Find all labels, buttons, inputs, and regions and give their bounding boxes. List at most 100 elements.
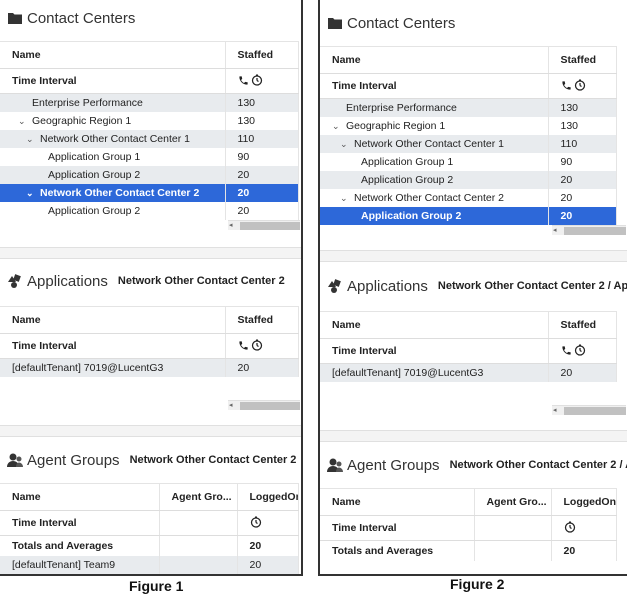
column-header-logged-on[interactable]: LoggedOn [551, 488, 617, 516]
contact-centers-table: Name Staffed Time Interval Enterprise Pe… [320, 46, 617, 225]
panel-divider [0, 247, 301, 259]
column-header-agent-group[interactable]: Agent Gro... [474, 488, 552, 516]
time-interval-icons [548, 73, 617, 99]
contact-centers-panel: Contact Centers Name Staffed Time Interv… [0, 2, 301, 230]
totals-row: Totals and Averages 20 [320, 540, 617, 561]
scroll-left-icon[interactable]: ◂ [229, 401, 233, 409]
column-header-name[interactable]: Name [320, 46, 549, 74]
column-header-staffed[interactable]: Staffed [225, 306, 299, 334]
scroll-left-icon[interactable]: ◂ [553, 226, 557, 234]
scroll-left-icon[interactable]: ◂ [229, 221, 233, 229]
agent-groups-table: Name Agent Gro... LoggedOn Time Interval… [320, 488, 617, 561]
table-row[interactable]: ⌄ Network Other Contact Center 1 110 [0, 129, 299, 148]
timer-icon [564, 521, 576, 536]
time-interval-label: Time Interval [320, 515, 475, 541]
column-header-name[interactable]: Name [320, 488, 475, 516]
chevron-down-icon[interactable]: ⌄ [18, 116, 28, 127]
figure-2-caption: Figure 2 [450, 576, 505, 592]
agent-group-icon [7, 452, 23, 468]
horizontal-scrollbar[interactable]: ◂ [228, 400, 300, 410]
agent-groups-header: Agent Groups Network Other Contact Cente… [0, 444, 301, 476]
figure-2: Contact Centers Name Staffed Time Interv… [318, 0, 627, 576]
table-row[interactable]: Application Group 1 90 [0, 147, 299, 166]
applications-panel: Applications Network Other Contact Cente… [320, 270, 627, 415]
table-row[interactable]: Application Group 2 20 [0, 201, 299, 220]
timer-icon [574, 344, 586, 359]
time-interval-icons [237, 510, 299, 536]
horizontal-scrollbar[interactable]: ◂ [552, 225, 626, 235]
column-header-staffed[interactable]: Staffed [548, 46, 617, 74]
applications-header: Applications Network Other Contact Cente… [320, 270, 627, 302]
panel-subtitle: Network Other Contact Center 2 / Applica [449, 459, 627, 471]
table-row[interactable]: ⌄ Geographic Region 1 130 [0, 111, 299, 130]
applications-icon [327, 278, 343, 294]
agent-groups-header: Agent Groups Network Other Contact Cente… [320, 449, 627, 481]
time-interval-icons [225, 333, 299, 359]
horizontal-scrollbar[interactable]: ◂ [228, 220, 300, 230]
panel-title: Contact Centers [27, 9, 136, 27]
timer-icon [251, 339, 263, 354]
column-header-staffed[interactable]: Staffed [225, 41, 299, 69]
column-header-staffed[interactable]: Staffed [548, 311, 617, 339]
contact-centers-header: Contact Centers [320, 7, 627, 39]
phone-icon [238, 340, 249, 354]
chevron-down-icon[interactable]: ⌄ [340, 139, 350, 150]
time-interval-label: Time Interval [0, 510, 160, 536]
horizontal-scrollbar[interactable]: ◂ [552, 405, 626, 415]
table-row[interactable]: [defaultTenant] Team9 20 [0, 555, 299, 574]
applications-icon [7, 273, 23, 289]
column-header-name[interactable]: Name [320, 311, 549, 339]
time-interval-label: Time Interval [320, 73, 549, 99]
folder-icon [7, 10, 23, 26]
panel-subtitle: Network Other Contact Center 2 / Applica… [437, 280, 627, 292]
time-interval-label: Time Interval [0, 68, 226, 94]
applications-panel: Applications Network Other Contact Cente… [0, 265, 301, 410]
column-header-logged-on[interactable]: LoggedOn [237, 483, 299, 511]
panel-title: Applications [27, 272, 108, 290]
table-row[interactable]: ⌄ Geographic Region 1 130 [320, 116, 617, 135]
chevron-down-icon[interactable]: ⌄ [332, 121, 342, 132]
applications-header: Applications Network Other Contact Cente… [0, 265, 301, 297]
table-row[interactable]: ⌄ Network Other Contact Center 2 20 [320, 188, 617, 207]
agent-groups-panel: Agent Groups Network Other Contact Cente… [320, 449, 627, 561]
panel-subtitle: Network Other Contact Center 2 [129, 454, 297, 466]
table-row[interactable]: Enterprise Performance 130 [0, 93, 299, 112]
timer-icon [250, 516, 262, 531]
phone-icon [561, 80, 572, 94]
time-interval-icons [551, 515, 617, 541]
table-row[interactable]: Application Group 1 90 [320, 152, 617, 171]
table-row-selected[interactable]: ⌄ Network Other Contact Center 2 20 [0, 183, 299, 202]
time-interval-icons [225, 68, 299, 94]
contact-centers-header: Contact Centers [0, 2, 301, 34]
scrollbar-thumb[interactable] [564, 227, 626, 235]
time-interval-label: Time Interval [320, 338, 549, 364]
scrollbar-thumb[interactable] [240, 402, 300, 410]
column-header-name[interactable]: Name [0, 41, 226, 69]
table-row[interactable]: ⌄ Network Other Contact Center 1 110 [320, 134, 617, 153]
panel-divider [320, 250, 627, 262]
table-row[interactable]: Application Group 2 20 [320, 170, 617, 189]
panel-subtitle: Network Other Contact Center 2 [117, 275, 285, 287]
scrollbar-thumb[interactable] [240, 222, 300, 230]
column-header-name[interactable]: Name [0, 306, 226, 334]
table-row-selected[interactable]: Application Group 2 20 [320, 206, 617, 225]
table-row[interactable]: [defaultTenant] 7019@LucentG3 20 [320, 363, 617, 382]
table-row[interactable]: Enterprise Performance 130 [320, 98, 617, 117]
chevron-down-icon[interactable]: ⌄ [26, 134, 36, 145]
applications-table: Name Staffed Time Interval [defaultTenan… [320, 311, 617, 382]
scrollbar-thumb[interactable] [564, 407, 626, 415]
column-header-name[interactable]: Name [0, 483, 160, 511]
column-header-agent-group[interactable]: Agent Gro... [159, 483, 238, 511]
chevron-down-icon[interactable]: ⌄ [340, 193, 350, 204]
chevron-down-icon[interactable]: ⌄ [26, 188, 36, 199]
table-row[interactable]: Application Group 2 20 [0, 165, 299, 184]
time-interval-label: Time Interval [0, 333, 226, 359]
applications-table: Name Staffed Time Interval [defaultTenan… [0, 306, 299, 377]
scroll-left-icon[interactable]: ◂ [553, 406, 557, 414]
panel-title: Agent Groups [27, 451, 120, 469]
panel-title: Agent Groups [347, 456, 440, 474]
figure-1-caption: Figure 1 [129, 578, 184, 594]
agent-group-icon [327, 457, 343, 473]
panel-title: Contact Centers [347, 14, 456, 32]
table-row[interactable]: [defaultTenant] 7019@LucentG3 20 [0, 358, 299, 377]
